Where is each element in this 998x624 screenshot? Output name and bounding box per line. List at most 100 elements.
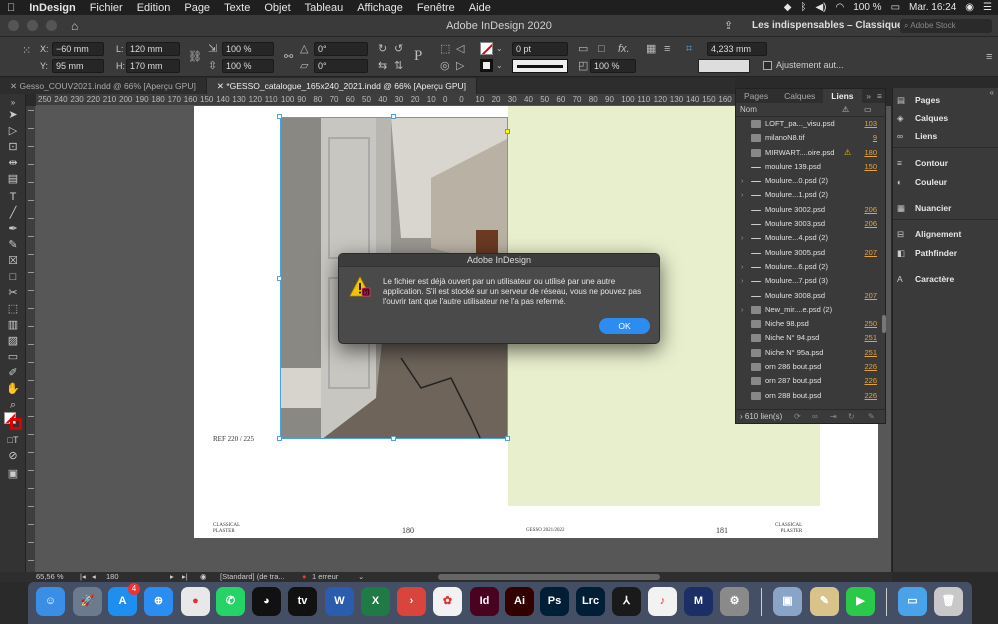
fit-frame-icon[interactable]: ⌗ <box>686 42 692 56</box>
link-page-number[interactable]: 226 <box>864 374 877 388</box>
link-row[interactable]: › New_mir....e.psd (2) <box>736 303 885 317</box>
stroke-dropdown-icon[interactable]: ⌄ <box>496 59 503 73</box>
close-tab-icon[interactable]: ✕ <box>217 81 226 91</box>
first-page-icon[interactable]: |◂ <box>80 572 86 582</box>
fill-stroke-swatch-icon[interactable] <box>4 412 22 430</box>
fill-swatch-icon[interactable] <box>480 42 493 55</box>
rectangle-frame-tool-icon[interactable]: ☒ <box>5 255 21 268</box>
content-collector-icon[interactable]: ▤ <box>5 173 21 186</box>
link-row[interactable]: moulure 139.psd 150 <box>736 160 885 174</box>
link-row[interactable]: Niche N° 94.psd 251 <box>736 331 885 345</box>
expand-row-icon[interactable]: › <box>741 188 744 202</box>
link-page-number[interactable]: 250 <box>864 317 877 331</box>
panel-layers[interactable]: ◈ Calques <box>897 113 948 124</box>
horizontal-ruler[interactable]: 250 240 230 220 210 200 190 180 170 160 150 140 130 1… <box>36 94 735 106</box>
dock-malwarebytes-icon[interactable]: M <box>684 587 713 616</box>
preview-mode-icon[interactable]: ▣ <box>5 468 21 481</box>
stroke-type-select[interactable] <box>512 59 568 73</box>
share-icon[interactable]: ⇪ <box>724 19 733 32</box>
dock-illustrator-icon[interactable]: Ai <box>505 587 534 616</box>
dock-chrome-icon[interactable]: ● <box>181 587 210 616</box>
doc-tab-catalogue[interactable]: ✕ *GESSO_catalogue_165x240_2021.indd @ 6… <box>206 78 478 94</box>
dock-lightroom-classic-icon[interactable]: Lrc <box>576 587 605 616</box>
fill-dropdown-icon[interactable]: ⌄ <box>496 42 503 56</box>
dock-facetime-icon[interactable]: ▶ <box>846 587 875 616</box>
pencil-tool-icon[interactable]: ✎ <box>5 239 21 252</box>
gradient-feather-tool-icon[interactable]: ▨ <box>5 335 21 348</box>
frame-handle[interactable] <box>277 276 282 281</box>
tab-pages[interactable]: Pages <box>736 89 776 103</box>
bluetooth-icon[interactable]: ᛒ <box>800 2 806 13</box>
dock-remote-desktop-icon[interactable]: › <box>397 587 426 616</box>
dock-photoshop-icon[interactable]: Ps <box>540 587 569 616</box>
effects-icon[interactable]: fx. <box>618 42 630 56</box>
flip-vertical-icon[interactable]: ⇅ <box>394 59 403 73</box>
doc-tab-cover[interactable]: ✕ Gesso_COUV2021.indd @ 66% [Aperçu GPU] <box>0 78 207 94</box>
collapse-tools-icon[interactable]: » <box>5 96 21 109</box>
page-number[interactable]: 181 <box>716 526 728 535</box>
page-field[interactable]: 180 <box>106 572 119 582</box>
user-avatar-icon[interactable]: ◉ <box>965 2 974 13</box>
link-page-number[interactable]: 9 <box>873 131 877 145</box>
note-tool-icon[interactable]: ▭ <box>5 351 21 364</box>
menu-fenetre[interactable]: Fenêtre <box>410 2 462 14</box>
panel-pages[interactable]: ▤ Pages <box>897 95 940 106</box>
minimize-window-icon[interactable] <box>27 20 38 31</box>
dock-finder-icon[interactable]: ☺ <box>36 587 65 616</box>
tab-liens[interactable]: Liens <box>823 89 862 103</box>
link-page-number[interactable]: 150 <box>864 160 877 174</box>
paragraph-orientation-icon[interactable]: P <box>414 49 422 64</box>
scale-y-field[interactable]: 100 % <box>222 59 274 73</box>
control-center-icon[interactable]: ☰ <box>983 2 992 13</box>
dock-word-icon[interactable]: W <box>325 587 354 616</box>
page-181-footer-area[interactable]: GESSO 2021/2022 181 CLASSICAL PLASTER <box>508 506 820 538</box>
clock[interactable]: Mar. 16:24 <box>909 2 956 13</box>
last-page-icon[interactable]: ▸| <box>182 572 188 582</box>
dock-script-editor-icon[interactable]: ✎ <box>810 587 839 616</box>
link-row[interactable]: MIRWART....oire.psd ⚠ 180 <box>736 146 885 160</box>
link-row[interactable]: Moulure 3008.psd 207 <box>736 289 885 303</box>
dock-apple-tv-icon[interactable]: tv <box>288 587 317 616</box>
volume-icon[interactable]: ◀) <box>815 2 826 13</box>
expand-row-icon[interactable]: › <box>741 303 744 317</box>
frame-style-select[interactable] <box>698 59 750 73</box>
link-row[interactable]: Niche 98.psd 250 <box>736 317 885 331</box>
open-page-icon[interactable]: ◉ <box>200 572 207 582</box>
horizontal-scrollbar[interactable] <box>438 574 660 580</box>
link-page-number[interactable]: 251 <box>864 331 877 345</box>
expand-row-icon[interactable]: › <box>741 260 744 274</box>
panel-links[interactable]: ∞ Liens <box>897 131 937 141</box>
links-scrollbar[interactable] <box>882 315 886 333</box>
panel-color[interactable]: ◐ Couleur <box>897 177 947 187</box>
gradient-swatch-tool-icon[interactable]: ▥ <box>5 319 21 332</box>
battery-icon[interactable]: ▭ <box>891 2 900 13</box>
close-window-icon[interactable] <box>8 20 19 31</box>
autofit-checkbox[interactable] <box>763 61 772 70</box>
dock-collapse-icon[interactable]: « <box>990 88 994 97</box>
opacity-field[interactable]: 100 % <box>590 59 636 73</box>
link-row[interactable]: › Moulure...6.psd (2) <box>736 260 885 274</box>
height-field[interactable]: 170 mm <box>126 59 180 73</box>
link-row[interactable]: › Moulure...0.psd (2) <box>736 174 885 188</box>
links-column-header[interactable]: Nom ⚠ ▭ <box>736 103 885 117</box>
go-to-link-icon[interactable]: ⇥ <box>830 410 837 424</box>
apple-menu-icon[interactable]:  <box>0 2 22 14</box>
previous-page-icon[interactable]: ◂ <box>92 572 96 582</box>
link-row[interactable]: Moulure 3002.psd 206 <box>736 203 885 217</box>
dropbox-icon[interactable]: ◆ <box>784 2 792 13</box>
hand-tool-icon[interactable]: ✋ <box>5 383 21 396</box>
page-tool-icon[interactable]: ⊡ <box>5 141 21 154</box>
menu-affichage[interactable]: Affichage <box>350 2 410 14</box>
chevron-down-icon[interactable]: ⌄ <box>884 20 892 31</box>
master-style[interactable]: [Standard] (de tra... <box>220 572 285 582</box>
align-icon[interactable]: ≡ <box>664 42 670 56</box>
footer-edition[interactable]: GESSO 2021/2022 <box>526 528 564 533</box>
formatting-affects-icon[interactable]: □T <box>5 434 21 447</box>
preflight-errors[interactable]: 1 erreur <box>312 572 338 582</box>
app-menu[interactable]: InDesign <box>22 2 82 14</box>
shear-field[interactable]: 0° <box>314 59 368 73</box>
panel-pathfinder[interactable]: ◧ Pathfinder <box>897 248 957 259</box>
frame-handle[interactable] <box>277 436 282 441</box>
vertical-ruler[interactable] <box>26 106 36 572</box>
menu-page[interactable]: Page <box>177 2 217 14</box>
